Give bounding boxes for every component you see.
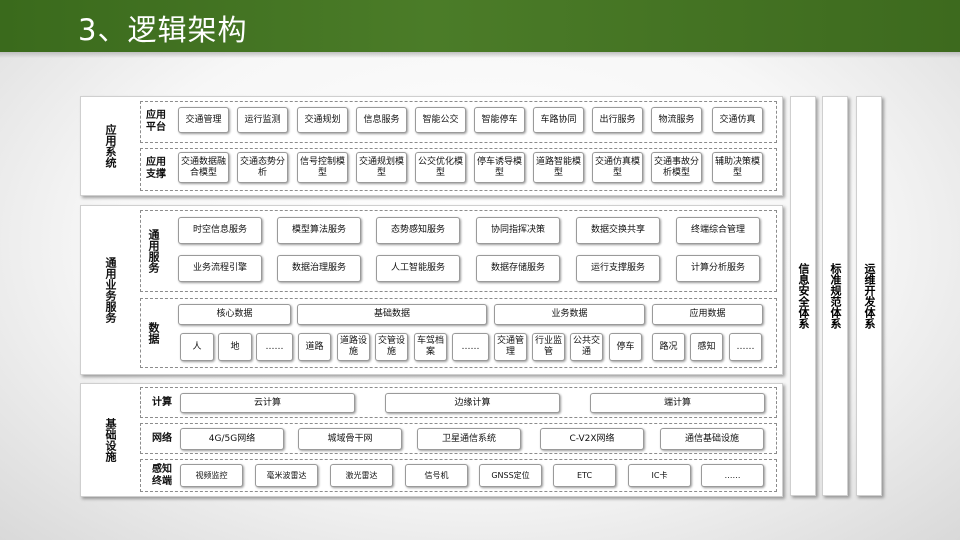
data-group-header: 基础数据: [297, 304, 487, 325]
network-item: 通信基础设施: [660, 428, 764, 450]
terminal-item: GNSS定位: [479, 464, 542, 487]
terminal-item: 毫米波雷达: [255, 464, 318, 487]
slide-title: 3、逻辑架构: [78, 13, 248, 47]
app-platform-label: 应用平台: [146, 110, 166, 133]
business-data-item: 交通管理: [494, 333, 527, 361]
terminal-item: 激光雷达: [330, 464, 393, 487]
security-system-panel: 信息安全体系: [790, 96, 816, 496]
core-data-item: 人: [180, 333, 214, 361]
core-data-item: 地: [218, 333, 252, 361]
support-item: 交通数据融合模型: [178, 152, 229, 183]
compute-item: 端计算: [590, 393, 765, 413]
compute-item: 边缘计算: [385, 393, 560, 413]
support-item: 交通规划模型: [356, 152, 407, 183]
network-item: 卫星通信系统: [417, 428, 521, 450]
app-data-item: 感知: [690, 333, 723, 361]
terminal-item: 视频监控: [180, 464, 243, 487]
support-item: 交通事故分析模型: [651, 152, 702, 183]
app-data-item: ……: [729, 333, 762, 361]
platform-item: 智能停车: [474, 107, 525, 133]
business-data-item: 公共交通: [570, 333, 603, 361]
general-service-item: 业务流程引擎: [178, 255, 262, 282]
business-label: 通用业务服务: [104, 257, 117, 323]
platform-item: 出行服务: [592, 107, 643, 133]
platform-item: 交通仿真: [712, 107, 763, 133]
base-data-item: 车驾档案: [414, 333, 447, 361]
platform-item: 物流服务: [651, 107, 702, 133]
general-service-item: 数据交换共享: [576, 217, 660, 244]
general-service-item: 模型算法服务: [277, 217, 361, 244]
infra-label: 基础设施: [104, 418, 117, 462]
base-data-item: 道路设施: [337, 333, 370, 361]
data-group-header: 应用数据: [652, 304, 763, 325]
platform-item: 交通规划: [297, 107, 348, 133]
business-data-item: 行业监管: [532, 333, 565, 361]
platform-item: 运行监测: [237, 107, 288, 133]
ops-system-panel: 运维开发体系: [856, 96, 882, 496]
platform-item: 交通管理: [178, 107, 229, 133]
app-system-label: 应用系统: [104, 124, 117, 168]
general-service-item: 数据治理服务: [277, 255, 361, 282]
platform-item: 车路协同: [533, 107, 584, 133]
support-item: 道路智能模型: [533, 152, 584, 183]
general-service-label: 通用服务: [147, 229, 160, 273]
terminal-item: 信号机: [405, 464, 468, 487]
network-item: 4G/5G网络: [180, 428, 284, 450]
general-service-item: 时空信息服务: [178, 217, 262, 244]
general-service-item: 态势感知服务: [376, 217, 460, 244]
base-data-item: 道路: [298, 333, 331, 361]
network-label: 网络: [152, 432, 172, 444]
support-item: 信号控制模型: [297, 152, 348, 183]
terminal-item: IC卡: [628, 464, 691, 487]
support-item: 辅助决策模型: [712, 152, 763, 183]
title-bar: 3、逻辑架构: [0, 0, 960, 52]
compute-label: 计算: [152, 396, 172, 408]
data-group-header: 业务数据: [494, 304, 645, 325]
base-data-item: 交管设施: [375, 333, 408, 361]
business-data-item: 停车: [609, 333, 642, 361]
support-item: 交通态势分析: [237, 152, 288, 183]
core-data-item: ……: [256, 333, 293, 361]
platform-item: 智能公交: [415, 107, 466, 133]
support-item: 交通仿真模型: [592, 152, 643, 183]
data-group-header: 核心数据: [178, 304, 291, 325]
app-data-item: 路况: [652, 333, 685, 361]
general-service-item: 计算分析服务: [676, 255, 760, 282]
standards-system-panel: 标准规范体系: [822, 96, 848, 496]
compute-item: 云计算: [180, 393, 355, 413]
data-label: 数据: [147, 322, 160, 344]
terminal-item: ETC: [553, 464, 616, 487]
base-data-item: ……: [452, 333, 489, 361]
general-service-item: 终端综合管理: [676, 217, 760, 244]
network-item: C-V2X网络: [540, 428, 644, 450]
title-bar-shadow: [0, 52, 960, 58]
general-service-item: 数据存储服务: [476, 255, 560, 282]
general-service-item: 协同指挥决策: [476, 217, 560, 244]
support-item: 停车诱导模型: [474, 152, 525, 183]
app-support-label: 应用支撑: [146, 157, 166, 180]
network-item: 城域骨干网: [298, 428, 402, 450]
general-service-item: 人工智能服务: [376, 255, 460, 282]
terminal-label: 感知终端: [152, 463, 172, 487]
general-service-item: 运行支撑服务: [576, 255, 660, 282]
platform-item: 信息服务: [356, 107, 407, 133]
support-item: 公交优化模型: [415, 152, 466, 183]
terminal-item: ……: [701, 464, 764, 487]
